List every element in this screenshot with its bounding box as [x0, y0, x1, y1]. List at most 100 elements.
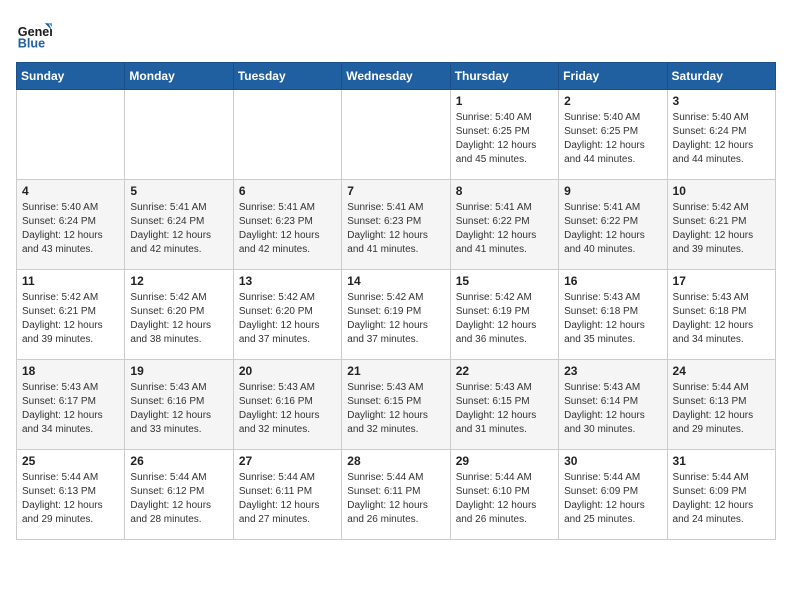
day-cell [125, 90, 233, 180]
logo-icon: General Blue [16, 16, 52, 52]
day-info: Sunrise: 5:44 AM Sunset: 6:13 PM Dayligh… [22, 471, 119, 527]
week-row-1: 1 Sunrise: 5:40 AM Sunset: 6:25 PM Daylig… [17, 90, 776, 180]
day-number: 6 [239, 184, 336, 198]
day-info: Sunrise: 5:41 AM Sunset: 6:22 PM Dayligh… [564, 201, 661, 257]
day-cell: 16Sunrise: 5:43 AM Sunset: 6:18 PM Dayli… [559, 270, 667, 360]
day-cell: 17 Sunrise: 5:43 AM Sunset: 6:18 PM Dayli… [667, 270, 775, 360]
day-number: 19 [130, 364, 227, 378]
day-number: 4 [22, 184, 119, 198]
day-number: 26 [130, 454, 227, 468]
day-info: Sunrise: 5:43 AM Sunset: 6:18 PM Dayligh… [673, 291, 770, 347]
day-number: 20 [239, 364, 336, 378]
day-cell: 23 Sunrise: 5:43 AM Sunset: 6:14 PM Dayli… [559, 360, 667, 450]
day-cell: 31 Sunrise: 5:44 AM Sunset: 6:09 PM Dayli… [667, 450, 775, 540]
day-number: 17 [673, 274, 770, 288]
day-info: Sunrise: 5:42 AM Sunset: 6:19 PM Dayligh… [347, 291, 444, 347]
day-number: 27 [239, 454, 336, 468]
page-header: General Blue [16, 16, 776, 52]
day-cell: 8Sunrise: 5:41 AM Sunset: 6:22 PM Daylig… [450, 180, 558, 270]
svg-text:Blue: Blue [18, 37, 45, 51]
day-number: 5 [130, 184, 227, 198]
day-number: 28 [347, 454, 444, 468]
week-row-2: 4 Sunrise: 5:40 AM Sunset: 6:24 PM Daylig… [17, 180, 776, 270]
header-cell-sunday: Sunday [17, 63, 125, 90]
day-info: Sunrise: 5:40 AM Sunset: 6:25 PM Dayligh… [456, 111, 553, 167]
day-info: Sunrise: 5:43 AM Sunset: 6:15 PM Dayligh… [456, 381, 553, 437]
header-cell-friday: Friday [559, 63, 667, 90]
day-info: Sunrise: 5:42 AM Sunset: 6:21 PM Dayligh… [22, 291, 119, 347]
header-cell-wednesday: Wednesday [342, 63, 450, 90]
day-number: 30 [564, 454, 661, 468]
day-info: Sunrise: 5:44 AM Sunset: 6:11 PM Dayligh… [239, 471, 336, 527]
day-info: Sunrise: 5:44 AM Sunset: 6:12 PM Dayligh… [130, 471, 227, 527]
day-cell: 10Sunrise: 5:42 AM Sunset: 6:21 PM Dayli… [667, 180, 775, 270]
day-info: Sunrise: 5:42 AM Sunset: 6:20 PM Dayligh… [130, 291, 227, 347]
day-number: 12 [130, 274, 227, 288]
day-info: Sunrise: 5:43 AM Sunset: 6:17 PM Dayligh… [22, 381, 119, 437]
day-cell: 29 Sunrise: 5:44 AM Sunset: 6:10 PM Dayli… [450, 450, 558, 540]
header-cell-monday: Monday [125, 63, 233, 90]
day-cell: 25 Sunrise: 5:44 AM Sunset: 6:13 PM Dayli… [17, 450, 125, 540]
day-info: Sunrise: 5:43 AM Sunset: 6:15 PM Dayligh… [347, 381, 444, 437]
day-number: 1 [456, 94, 553, 108]
day-info: Sunrise: 5:42 AM Sunset: 6:19 PM Dayligh… [456, 291, 553, 347]
day-cell: 9Sunrise: 5:41 AM Sunset: 6:22 PM Daylig… [559, 180, 667, 270]
day-cell: 12 Sunrise: 5:42 AM Sunset: 6:20 PM Dayli… [125, 270, 233, 360]
day-cell: 3 Sunrise: 5:40 AM Sunset: 6:24 PM Daylig… [667, 90, 775, 180]
logo: General Blue [16, 16, 52, 52]
day-number: 23 [564, 364, 661, 378]
day-number: 3 [673, 94, 770, 108]
day-number: 7 [347, 184, 444, 198]
day-info: Sunrise: 5:43 AM Sunset: 6:14 PM Dayligh… [564, 381, 661, 437]
day-cell [17, 90, 125, 180]
day-number: 2 [564, 94, 661, 108]
day-number: 31 [673, 454, 770, 468]
week-row-4: 18 Sunrise: 5:43 AM Sunset: 6:17 PM Dayli… [17, 360, 776, 450]
day-number: 25 [22, 454, 119, 468]
day-number: 21 [347, 364, 444, 378]
header-cell-thursday: Thursday [450, 63, 558, 90]
day-cell: 14 Sunrise: 5:42 AM Sunset: 6:19 PM Dayli… [342, 270, 450, 360]
day-cell: 7 Sunrise: 5:41 AM Sunset: 6:23 PM Daylig… [342, 180, 450, 270]
day-info: Sunrise: 5:40 AM Sunset: 6:24 PM Dayligh… [22, 201, 119, 257]
day-info: Sunrise: 5:40 AM Sunset: 6:25 PM Dayligh… [564, 111, 661, 167]
day-cell: 18 Sunrise: 5:43 AM Sunset: 6:17 PM Dayli… [17, 360, 125, 450]
day-cell: 6 Sunrise: 5:41 AM Sunset: 6:23 PM Daylig… [233, 180, 341, 270]
day-number: 29 [456, 454, 553, 468]
day-info: Sunrise: 5:41 AM Sunset: 6:23 PM Dayligh… [239, 201, 336, 257]
header-row: SundayMondayTuesdayWednesdayThursdayFrid… [17, 63, 776, 90]
day-number: 11 [22, 274, 119, 288]
day-info: Sunrise: 5:41 AM Sunset: 6:24 PM Dayligh… [130, 201, 227, 257]
day-info: Sunrise: 5:42 AM Sunset: 6:20 PM Dayligh… [239, 291, 336, 347]
day-info: Sunrise: 5:44 AM Sunset: 6:09 PM Dayligh… [564, 471, 661, 527]
day-cell: 24Sunrise: 5:44 AM Sunset: 6:13 PM Dayli… [667, 360, 775, 450]
day-number: 18 [22, 364, 119, 378]
day-number: 14 [347, 274, 444, 288]
day-cell: 2 Sunrise: 5:40 AM Sunset: 6:25 PM Daylig… [559, 90, 667, 180]
day-number: 8 [456, 184, 553, 198]
week-row-3: 11 Sunrise: 5:42 AM Sunset: 6:21 PM Dayli… [17, 270, 776, 360]
day-cell: 5 Sunrise: 5:41 AM Sunset: 6:24 PM Daylig… [125, 180, 233, 270]
day-cell: 21 Sunrise: 5:43 AM Sunset: 6:15 PM Dayli… [342, 360, 450, 450]
day-info: Sunrise: 5:40 AM Sunset: 6:24 PM Dayligh… [673, 111, 770, 167]
calendar-body: 1 Sunrise: 5:40 AM Sunset: 6:25 PM Daylig… [17, 90, 776, 540]
calendar-header: SundayMondayTuesdayWednesdayThursdayFrid… [17, 63, 776, 90]
day-info: Sunrise: 5:44 AM Sunset: 6:11 PM Dayligh… [347, 471, 444, 527]
day-cell: 22Sunrise: 5:43 AM Sunset: 6:15 PM Dayli… [450, 360, 558, 450]
day-cell: 26 Sunrise: 5:44 AM Sunset: 6:12 PM Dayli… [125, 450, 233, 540]
day-info: Sunrise: 5:43 AM Sunset: 6:16 PM Dayligh… [130, 381, 227, 437]
day-info: Sunrise: 5:44 AM Sunset: 6:10 PM Dayligh… [456, 471, 553, 527]
day-cell: 27 Sunrise: 5:44 AM Sunset: 6:11 PM Dayli… [233, 450, 341, 540]
calendar-table: SundayMondayTuesdayWednesdayThursdayFrid… [16, 62, 776, 540]
day-info: Sunrise: 5:42 AM Sunset: 6:21 PM Dayligh… [673, 201, 770, 257]
day-number: 15 [456, 274, 553, 288]
header-cell-saturday: Saturday [667, 63, 775, 90]
week-row-5: 25 Sunrise: 5:44 AM Sunset: 6:13 PM Dayli… [17, 450, 776, 540]
day-cell: 1 Sunrise: 5:40 AM Sunset: 6:25 PM Daylig… [450, 90, 558, 180]
day-number: 13 [239, 274, 336, 288]
day-info: Sunrise: 5:41 AM Sunset: 6:23 PM Dayligh… [347, 201, 444, 257]
day-cell: 13 Sunrise: 5:42 AM Sunset: 6:20 PM Dayli… [233, 270, 341, 360]
day-cell: 11 Sunrise: 5:42 AM Sunset: 6:21 PM Dayli… [17, 270, 125, 360]
day-info: Sunrise: 5:44 AM Sunset: 6:09 PM Dayligh… [673, 471, 770, 527]
day-number: 16 [564, 274, 661, 288]
